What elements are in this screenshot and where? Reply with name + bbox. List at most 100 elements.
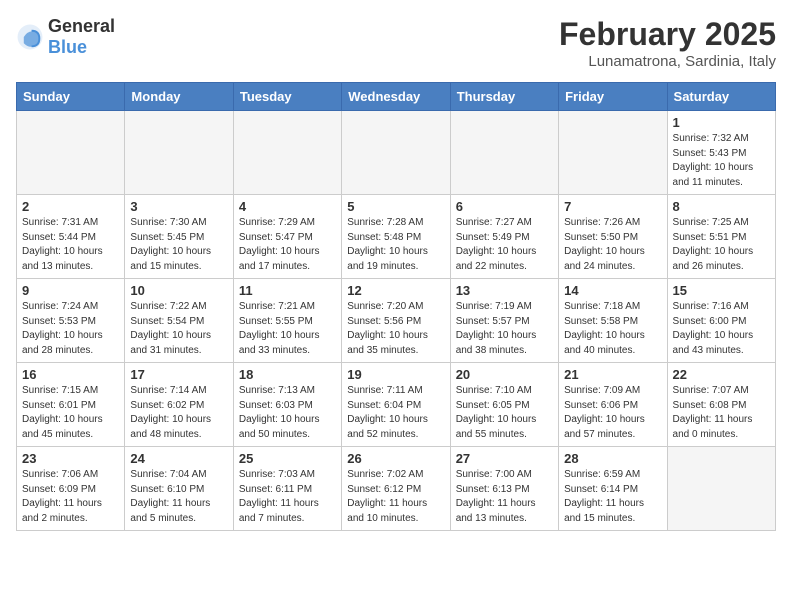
day-info: Sunrise: 7:15 AM Sunset: 6:01 PM Dayligh…: [22, 384, 119, 442]
calendar-cell: 3 Sunrise: 7:30 AM Sunset: 5:45 PM Daylig…: [125, 195, 233, 279]
day-number: 17: [130, 367, 227, 382]
day-number: 25: [239, 451, 336, 466]
day-number: 11: [239, 283, 336, 298]
day-number: 28: [564, 451, 661, 466]
calendar-week-2: 2Sunrise: 7:31 AM Sunset: 5:44 PM Daylig…: [17, 195, 776, 279]
calendar-cell: 20 Sunrise: 7:10 AM Sunset: 6:05 PM Dayli…: [450, 363, 558, 447]
calendar-cell: 17 Sunrise: 7:14 AM Sunset: 6:02 PM Dayli…: [125, 363, 233, 447]
day-number: 24: [130, 451, 227, 466]
day-info: Sunrise: 7:20 AM Sunset: 5:56 PM Dayligh…: [347, 300, 444, 358]
day-info: Sunrise: 7:03 AM Sunset: 6:11 PM Dayligh…: [239, 468, 336, 526]
calendar-cell: [17, 111, 125, 195]
calendar-cell: 5 Sunrise: 7:28 AM Sunset: 5:48 PM Daylig…: [342, 195, 450, 279]
logo-text: General Blue: [48, 16, 115, 58]
day-info: Sunrise: 7:28 AM Sunset: 5:48 PM Dayligh…: [347, 216, 444, 274]
calendar-cell: 15 Sunrise: 7:16 AM Sunset: 6:00 PM Dayli…: [667, 279, 775, 363]
day-info: Sunrise: 7:26 AM Sunset: 5:50 PM Dayligh…: [564, 216, 661, 274]
weekday-header-thursday: Thursday: [450, 83, 558, 111]
calendar-cell: 26 Sunrise: 7:02 AM Sunset: 6:12 PM Dayli…: [342, 447, 450, 531]
calendar-cell: 12 Sunrise: 7:20 AM Sunset: 5:56 PM Dayli…: [342, 279, 450, 363]
calendar-cell: [450, 111, 558, 195]
calendar-cell: 8 Sunrise: 7:25 AM Sunset: 5:51 PM Daylig…: [667, 195, 775, 279]
weekday-header-friday: Friday: [559, 83, 667, 111]
day-info: Sunrise: 7:27 AM Sunset: 5:49 PM Dayligh…: [456, 216, 553, 274]
day-info: Sunrise: 7:13 AM Sunset: 6:03 PM Dayligh…: [239, 384, 336, 442]
day-number: 6: [456, 199, 553, 214]
calendar-cell: 24 Sunrise: 7:04 AM Sunset: 6:10 PM Dayli…: [125, 447, 233, 531]
weekday-header-monday: Monday: [125, 83, 233, 111]
calendar-cell: 25 Sunrise: 7:03 AM Sunset: 6:11 PM Dayli…: [233, 447, 341, 531]
day-info: Sunrise: 7:00 AM Sunset: 6:13 PM Dayligh…: [456, 468, 553, 526]
day-number: 5: [347, 199, 444, 214]
day-number: 7: [564, 199, 661, 214]
day-info: Sunrise: 7:14 AM Sunset: 6:02 PM Dayligh…: [130, 384, 227, 442]
day-number: 26: [347, 451, 444, 466]
calendar-cell: 16 Sunrise: 7:15 AM Sunset: 6:01 PM Dayli…: [17, 363, 125, 447]
calendar-cell: 6 Sunrise: 7:27 AM Sunset: 5:49 PM Daylig…: [450, 195, 558, 279]
day-number: 18: [239, 367, 336, 382]
day-number: 4: [239, 199, 336, 214]
calendar-cell: 7 Sunrise: 7:26 AM Sunset: 5:50 PM Daylig…: [559, 195, 667, 279]
day-number: 3: [130, 199, 227, 214]
day-number: 23: [22, 451, 119, 466]
day-info: Sunrise: 7:06 AM Sunset: 6:09 PM Dayligh…: [22, 468, 119, 526]
day-info: Sunrise: 7:18 AM Sunset: 5:58 PM Dayligh…: [564, 300, 661, 358]
calendar-cell: 14 Sunrise: 7:18 AM Sunset: 5:58 PM Dayli…: [559, 279, 667, 363]
weekday-header-sunday: Sunday: [17, 83, 125, 111]
day-number: 14: [564, 283, 661, 298]
logo-icon: [16, 23, 44, 51]
calendar-cell: 23 Sunrise: 7:06 AM Sunset: 6:09 PM Dayli…: [17, 447, 125, 531]
day-info: Sunrise: 7:25 AM Sunset: 5:51 PM Dayligh…: [673, 216, 770, 274]
day-number: 8: [673, 199, 770, 214]
day-info: Sunrise: 7:29 AM Sunset: 5:47 PM Dayligh…: [239, 216, 336, 274]
calendar-cell: 27 Sunrise: 7:00 AM Sunset: 6:13 PM Dayli…: [450, 447, 558, 531]
day-number: 19: [347, 367, 444, 382]
day-info: Sunrise: 7:16 AM Sunset: 6:00 PM Dayligh…: [673, 300, 770, 358]
day-number: 21: [564, 367, 661, 382]
logo-blue: Blue: [48, 37, 87, 57]
day-info: Sunrise: 6:59 AM Sunset: 6:14 PM Dayligh…: [564, 468, 661, 526]
calendar-cell: 1Sunrise: 7:32 AM Sunset: 5:43 PM Daylig…: [667, 111, 775, 195]
page-header: General Blue February 2025 Lunamatrona, …: [16, 16, 776, 70]
day-info: Sunrise: 7:30 AM Sunset: 5:45 PM Dayligh…: [130, 216, 227, 274]
day-number: 13: [456, 283, 553, 298]
calendar-cell: 19 Sunrise: 7:11 AM Sunset: 6:04 PM Dayli…: [342, 363, 450, 447]
title-block: February 2025 Lunamatrona, Sardinia, Ita…: [559, 16, 776, 70]
day-number: 16: [22, 367, 119, 382]
day-number: 1: [673, 115, 770, 130]
logo: General Blue: [16, 16, 115, 58]
day-number: 12: [347, 283, 444, 298]
location: Lunamatrona, Sardinia, Italy: [559, 53, 776, 70]
day-number: 10: [130, 283, 227, 298]
calendar-cell: [667, 447, 775, 531]
day-info: Sunrise: 7:11 AM Sunset: 6:04 PM Dayligh…: [347, 384, 444, 442]
calendar-cell: 21 Sunrise: 7:09 AM Sunset: 6:06 PM Dayli…: [559, 363, 667, 447]
weekday-header-wednesday: Wednesday: [342, 83, 450, 111]
calendar-cell: 4 Sunrise: 7:29 AM Sunset: 5:47 PM Daylig…: [233, 195, 341, 279]
day-number: 9: [22, 283, 119, 298]
calendar-cell: [559, 111, 667, 195]
day-info: Sunrise: 7:09 AM Sunset: 6:06 PM Dayligh…: [564, 384, 661, 442]
day-number: 22: [673, 367, 770, 382]
calendar-week-1: 1Sunrise: 7:32 AM Sunset: 5:43 PM Daylig…: [17, 111, 776, 195]
calendar-cell: 13Sunrise: 7:19 AM Sunset: 5:57 PM Dayli…: [450, 279, 558, 363]
day-info: Sunrise: 7:04 AM Sunset: 6:10 PM Dayligh…: [130, 468, 227, 526]
calendar-cell: [233, 111, 341, 195]
calendar-cell: [125, 111, 233, 195]
calendar-table: SundayMondayTuesdayWednesdayThursdayFrid…: [16, 82, 776, 531]
calendar-cell: 28 Sunrise: 6:59 AM Sunset: 6:14 PM Dayli…: [559, 447, 667, 531]
day-number: 20: [456, 367, 553, 382]
day-info: Sunrise: 7:24 AM Sunset: 5:53 PM Dayligh…: [22, 300, 119, 358]
calendar-cell: 18 Sunrise: 7:13 AM Sunset: 6:03 PM Dayli…: [233, 363, 341, 447]
calendar-cell: [342, 111, 450, 195]
day-number: 27: [456, 451, 553, 466]
day-info: Sunrise: 7:10 AM Sunset: 6:05 PM Dayligh…: [456, 384, 553, 442]
day-info: Sunrise: 7:21 AM Sunset: 5:55 PM Dayligh…: [239, 300, 336, 358]
weekday-header-tuesday: Tuesday: [233, 83, 341, 111]
day-number: 2: [22, 199, 119, 214]
logo-general: General: [48, 16, 115, 36]
calendar-week-4: 16 Sunrise: 7:15 AM Sunset: 6:01 PM Dayli…: [17, 363, 776, 447]
day-info: Sunrise: 7:02 AM Sunset: 6:12 PM Dayligh…: [347, 468, 444, 526]
day-number: 15: [673, 283, 770, 298]
calendar-cell: 10Sunrise: 7:22 AM Sunset: 5:54 PM Dayli…: [125, 279, 233, 363]
